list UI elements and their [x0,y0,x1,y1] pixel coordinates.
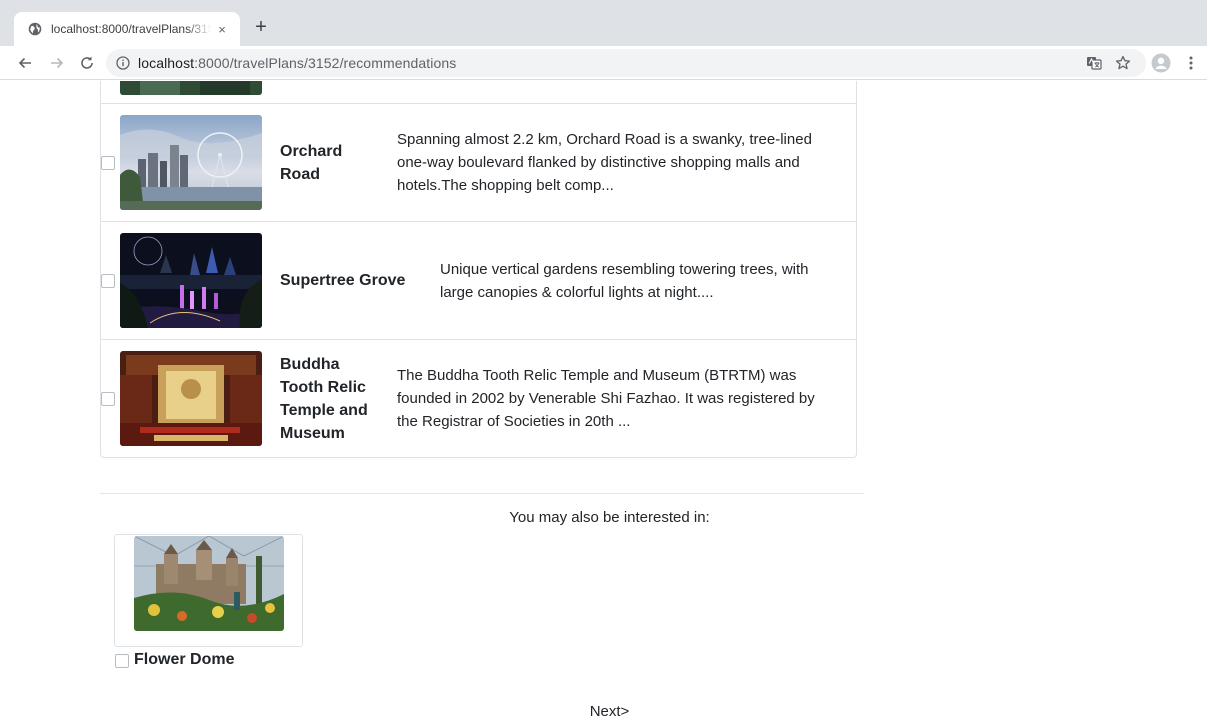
place-name-line: Tooth Relic [280,379,366,396]
info-icon[interactable] [116,56,130,70]
description-line: one-way boulevard flanked by distinctive… [397,154,800,171]
place-image [120,351,262,446]
recommendation-card[interactable] [114,534,303,647]
close-tab-icon[interactable]: × [214,22,230,37]
recommendation-list: Orchard Road Spanning almost 2.2 km, Orc… [100,81,857,458]
place-checkbox[interactable] [101,391,115,406]
description-line: hotels.The shopping belt comp... [397,177,614,194]
list-item: Supertree Grove Unique vertical gardens … [101,221,856,339]
globe-icon [28,22,42,36]
description-line: large canopies & colorful lights at nigh… [440,284,714,301]
place-name: Orchard Road [280,140,342,186]
url-host: localhost [138,55,195,71]
address-bar[interactable]: localhost:8000/travelPlans/3152/recommen… [106,49,1146,77]
reload-icon[interactable] [76,52,98,74]
list-item [101,81,856,103]
place-description: The Buddha Tooth Relic Temple and Museum… [397,364,815,433]
place-name-line: Orchard [280,143,343,160]
kebab-menu-icon[interactable] [1180,52,1202,74]
url-path: :8000/travelPlans/3152/recommendations [194,55,457,71]
place-name: Supertree Grove [280,269,405,292]
list-item: Buddha Tooth Relic Temple and Museum The… [101,339,856,457]
place-image [120,233,262,328]
section-divider [100,493,864,494]
place-description: Spanning almost 2.2 km, Orchard Road is … [397,128,812,197]
avatar-icon[interactable] [1150,52,1172,74]
next-link[interactable]: Next> [0,703,1207,718]
description-line: Unique vertical gardens resembling tower… [440,261,809,278]
place-description: Unique vertical gardens resembling tower… [440,258,809,304]
star-icon[interactable] [1112,52,1134,74]
description-line: The Buddha Tooth Relic Temple and Museum… [397,367,797,384]
place-name-line: Buddha [280,356,340,373]
place-name-line: Temple and [280,402,368,419]
place-image [120,81,262,95]
place-checkbox[interactable] [101,273,115,288]
description-line: Spanning almost 2.2 km, Orchard Road is … [397,131,812,148]
place-name-line: Road [280,166,320,183]
place-name-line: Supertree Grove [280,272,406,289]
list-item: Orchard Road Spanning almost 2.2 km, Orc… [101,103,856,221]
description-line: founded in 2002 by Venerable Shi Fazhao.… [397,390,815,407]
browser-tab[interactable]: localhost:8000/travelPlans/3152/recommen… [14,12,240,46]
url-text[interactable]: localhost:8000/travelPlans/3152/recommen… [138,55,456,71]
browser-toolbar: localhost:8000/travelPlans/3152/recommen… [0,46,1207,80]
place-image [120,115,262,210]
forward-arrow-icon[interactable] [46,52,68,74]
recommendation-image [134,536,284,631]
description-line: the Registrar of Societies in 20th ... [397,413,631,430]
recommendation-checkbox[interactable] [115,654,129,668]
recommendation-name: Flower Dome [134,651,235,668]
translate-icon[interactable] [1083,52,1105,74]
place-name-line: Museum [280,425,345,442]
place-checkbox[interactable] [101,155,115,170]
place-name: Buddha Tooth Relic Temple and Museum [280,353,368,445]
also-interested-title: You may also be interested in: [509,509,710,526]
tab-title: localhost:8000/travelPlans/3152/recommen… [51,22,211,36]
browser-tabstrip: localhost:8000/travelPlans/3152/recommen… [0,0,1207,46]
page-viewport: Orchard Road Spanning almost 2.2 km, Orc… [0,81,1207,718]
back-arrow-icon[interactable] [14,52,36,74]
new-tab-button[interactable]: + [250,17,272,39]
